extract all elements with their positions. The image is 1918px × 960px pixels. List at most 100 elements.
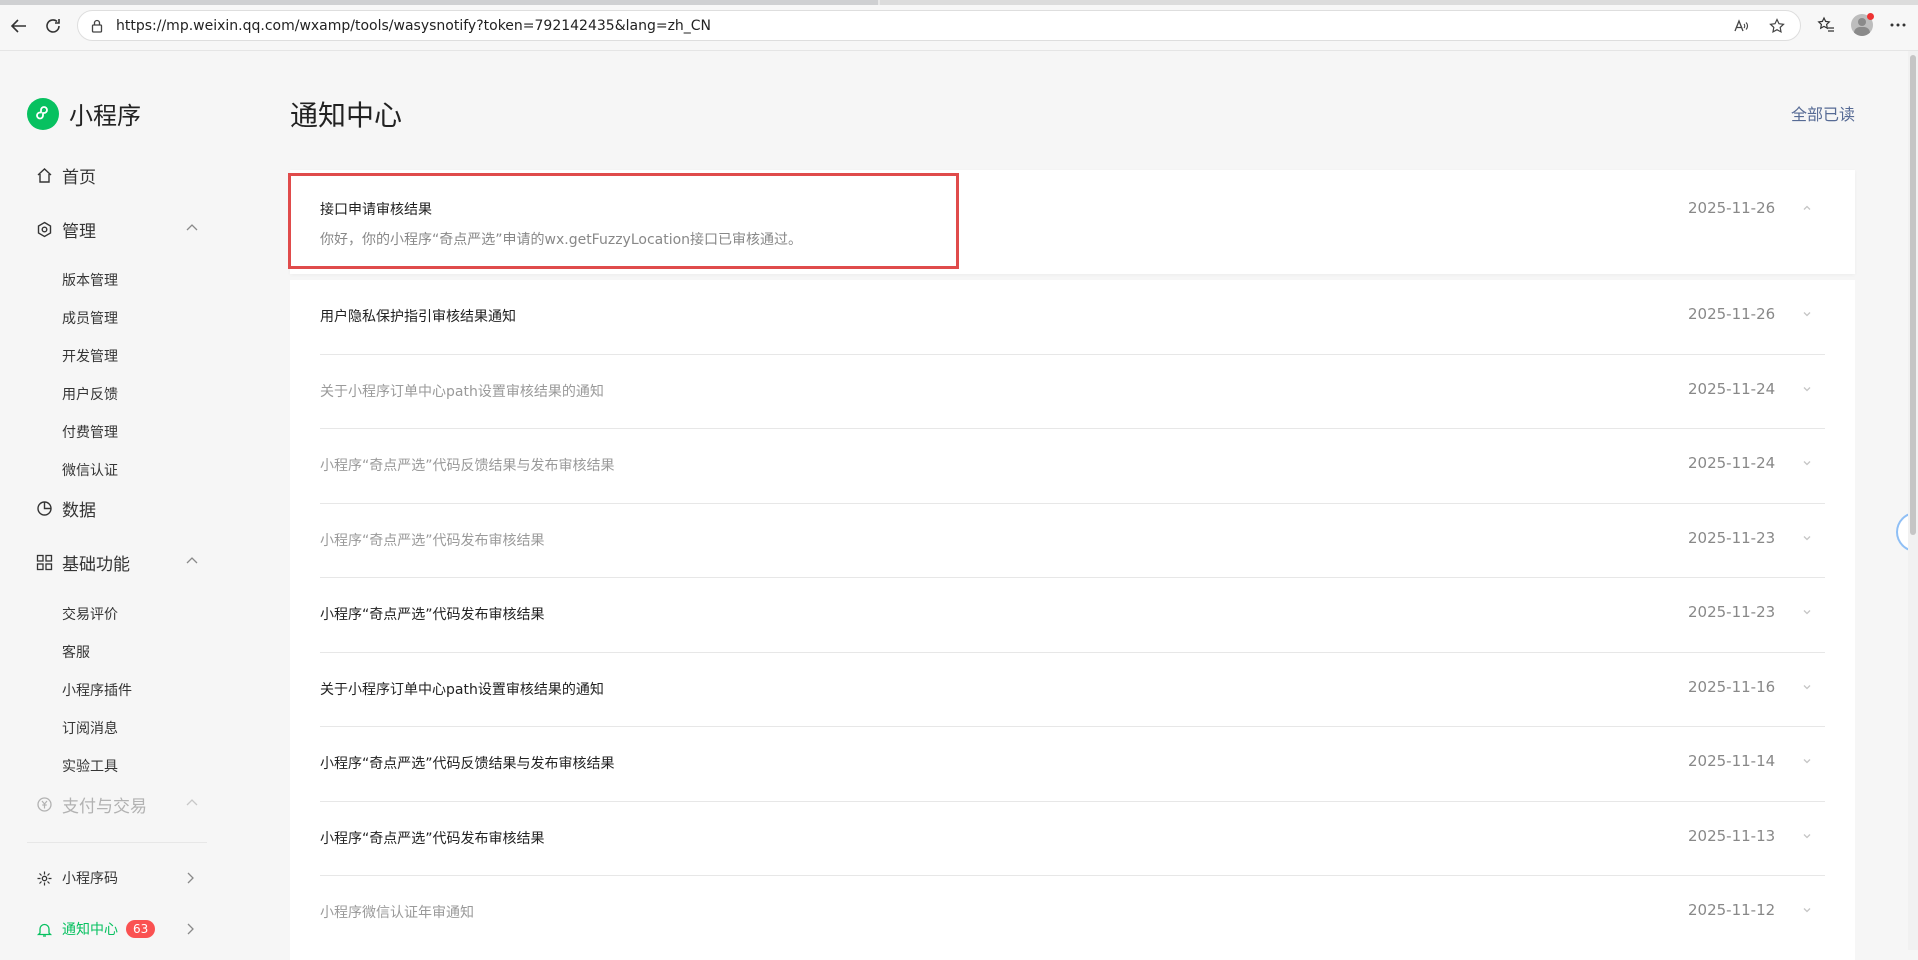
logo[interactable]: 小程序 <box>27 96 141 131</box>
lock-icon <box>90 18 106 34</box>
sidebar-item-label: 管理 <box>62 222 96 242</box>
notification-row[interactable]: 小程序“奇点严选”代码发布审核结果 2025-11-23 <box>290 578 1855 653</box>
notification-title: 用户隐私保护指引审核结果通知 <box>320 309 516 325</box>
chevron-right-icon <box>187 872 194 884</box>
sidebar-item-manage[interactable]: 管理 <box>34 217 198 242</box>
sidebar-subitem-payment-manage[interactable]: 付费管理 <box>62 422 118 442</box>
notification-row[interactable]: 用户隐私保护指引审核结果通知 2025-11-26 <box>290 280 1855 355</box>
address-bar[interactable]: https://mp.weixin.qq.com/wxamp/tools/was… <box>77 10 1801 41</box>
page: 小程序 首页 管理 版本管理 成员管理 开发管理 用户反馈 付费管理 微信认证 <box>0 51 1918 960</box>
mark-all-read-link[interactable]: 全部已读 <box>1791 101 1855 125</box>
sidebar-subitem-experiment[interactable]: 实验工具 <box>62 756 118 776</box>
sidebar-subitem-subscription[interactable]: 订阅消息 <box>62 718 118 738</box>
sidebar-item-notify[interactable]: 通知中心 63 <box>34 919 194 939</box>
caret-down-icon[interactable] <box>1802 831 1812 841</box>
sidebar-item-label: 通知中心 <box>62 922 118 938</box>
notification-title: 小程序“奇点严选”代码反馈结果与发布审核结果 <box>320 458 615 474</box>
notification-row[interactable]: 小程序“奇点严选”代码发布审核结果 2025-11-13 <box>290 802 1855 876</box>
caret-down-icon[interactable] <box>1802 458 1812 468</box>
sidebar-subitem-version[interactable]: 版本管理 <box>62 270 118 290</box>
caret-down-icon[interactable] <box>1802 309 1812 319</box>
scrollbar-thumb[interactable] <box>1910 55 1916 535</box>
sidebar-item-label: 数据 <box>62 501 96 521</box>
highlight-annotation-box <box>288 173 959 269</box>
read-aloud-icon[interactable] <box>1730 15 1752 37</box>
tab-strip-segment <box>880 0 1918 5</box>
caret-down-icon[interactable] <box>1802 905 1812 915</box>
sidebar-subitem-service[interactable]: 客服 <box>62 642 90 662</box>
sidebar-item-label: 基础功能 <box>62 555 130 575</box>
settings-icon <box>34 220 54 240</box>
sidebar-item-payment[interactable]: 支付与交易 <box>34 792 198 817</box>
apps-grid-icon <box>34 553 54 573</box>
notification-date: 2025-11-24 <box>1688 454 1776 472</box>
caret-down-icon[interactable] <box>1802 607 1812 617</box>
sidebar-item-home[interactable]: 首页 <box>34 163 96 188</box>
sidebar-item-qrcode[interactable]: 小程序码 <box>34 868 194 888</box>
notification-title: 小程序微信认证年审通知 <box>320 905 474 921</box>
tab-strip-segment <box>0 0 878 5</box>
notification-row[interactable]: 小程序“奇点严选”代码发布审核结果 2025-11-23 <box>290 504 1855 578</box>
notification-date: 2025-11-14 <box>1688 752 1776 770</box>
yuan-icon <box>34 795 54 815</box>
qrcode-icon <box>34 868 54 888</box>
notification-date: 2025-11-23 <box>1688 528 1776 547</box>
sidebar-subitem-dev[interactable]: 开发管理 <box>62 346 118 366</box>
notification-row[interactable]: 小程序“奇点严选”代码反馈结果与发布审核结果 2025-11-14 <box>290 727 1855 802</box>
notification-row[interactable]: 小程序微信认证年审通知 2025-11-12 <box>290 876 1855 951</box>
miniprogram-logo-icon <box>27 97 59 130</box>
sidebar-subitem-feedback[interactable]: 用户反馈 <box>62 384 118 404</box>
notification-title: 关于小程序订单中心path设置审核结果的通知 <box>320 681 604 698</box>
more-icon[interactable] <box>1884 11 1912 39</box>
caret-up-icon[interactable] <box>1802 203 1812 213</box>
page-title: 通知中心 <box>290 99 403 132</box>
chevron-up-icon <box>186 557 198 564</box>
caret-down-icon[interactable] <box>1802 756 1812 766</box>
notification-date: 2025-11-12 <box>1688 901 1776 919</box>
favorites-icon[interactable] <box>1812 11 1840 39</box>
sidebar-subitem-members[interactable]: 成员管理 <box>62 308 118 328</box>
notification-title: 小程序“奇点严选”代码发布审核结果 <box>320 532 545 549</box>
notification-dot <box>1867 13 1874 20</box>
favorite-star-icon[interactable] <box>1766 15 1788 37</box>
sidebar-subitem-verify[interactable]: 微信认证 <box>62 460 118 480</box>
notification-title: 小程序“奇点严选”代码发布审核结果 <box>320 830 545 847</box>
notification-date: 2025-11-26 <box>1688 199 1776 217</box>
sidebar: 小程序 首页 管理 版本管理 成员管理 开发管理 用户反馈 付费管理 微信认证 <box>0 51 228 950</box>
unread-count-badge: 63 <box>126 920 156 938</box>
chevron-up-icon <box>186 224 198 231</box>
sidebar-item-label: 支付与交易 <box>62 797 147 817</box>
notification-row[interactable]: 小程序“奇点严选”代码反馈结果与发布审核结果 2025-11-24 <box>290 429 1855 504</box>
profile-avatar[interactable] <box>1848 11 1876 39</box>
caret-down-icon[interactable] <box>1802 682 1812 692</box>
back-icon[interactable] <box>6 13 32 39</box>
browser-toolbar: https://mp.weixin.qq.com/wxamp/tools/was… <box>0 0 1918 51</box>
main-content: 通知中心 全部已读 接口申请审核结果 你好，你的小程序“奇点严选”申请的wx.g… <box>288 51 1855 960</box>
home-icon <box>34 166 54 186</box>
caret-down-icon[interactable] <box>1802 533 1812 543</box>
notification-expanded[interactable]: 接口申请审核结果 你好，你的小程序“奇点严选”申请的wx.getFuzzyLoc… <box>288 170 1855 274</box>
reload-icon[interactable] <box>40 13 66 39</box>
sidebar-subitem-reviews[interactable]: 交易评价 <box>62 604 118 624</box>
notification-date: 2025-11-23 <box>1688 603 1776 621</box>
sidebar-item-basic[interactable]: 基础功能 <box>34 550 198 575</box>
url-text[interactable]: https://mp.weixin.qq.com/wxamp/tools/was… <box>116 18 711 34</box>
notification-title: 小程序“奇点严选”代码发布审核结果 <box>320 607 545 623</box>
bell-icon <box>34 919 54 939</box>
notification-date: 2025-11-24 <box>1688 379 1776 398</box>
logo-text: 小程序 <box>69 102 141 130</box>
caret-down-icon[interactable] <box>1802 384 1812 394</box>
notification-date: 2025-11-13 <box>1688 826 1776 845</box>
sidebar-subitem-plugins[interactable]: 小程序插件 <box>62 680 132 700</box>
notification-title: 小程序“奇点严选”代码反馈结果与发布审核结果 <box>320 756 615 772</box>
chevron-right-icon <box>187 923 194 935</box>
page-scrollbar[interactable] <box>1908 51 1918 950</box>
sidebar-item-data[interactable]: 数据 <box>34 496 96 521</box>
sidebar-divider <box>27 842 207 843</box>
notification-row[interactable]: 关于小程序订单中心path设置审核结果的通知 2025-11-24 <box>290 355 1855 429</box>
notification-row[interactable]: 关于小程序订单中心path设置审核结果的通知 2025-11-16 <box>290 653 1855 727</box>
notification-date: 2025-11-26 <box>1688 305 1776 323</box>
chevron-up-icon <box>186 799 198 806</box>
pie-chart-icon <box>34 499 54 519</box>
sidebar-item-label: 首页 <box>62 168 96 188</box>
